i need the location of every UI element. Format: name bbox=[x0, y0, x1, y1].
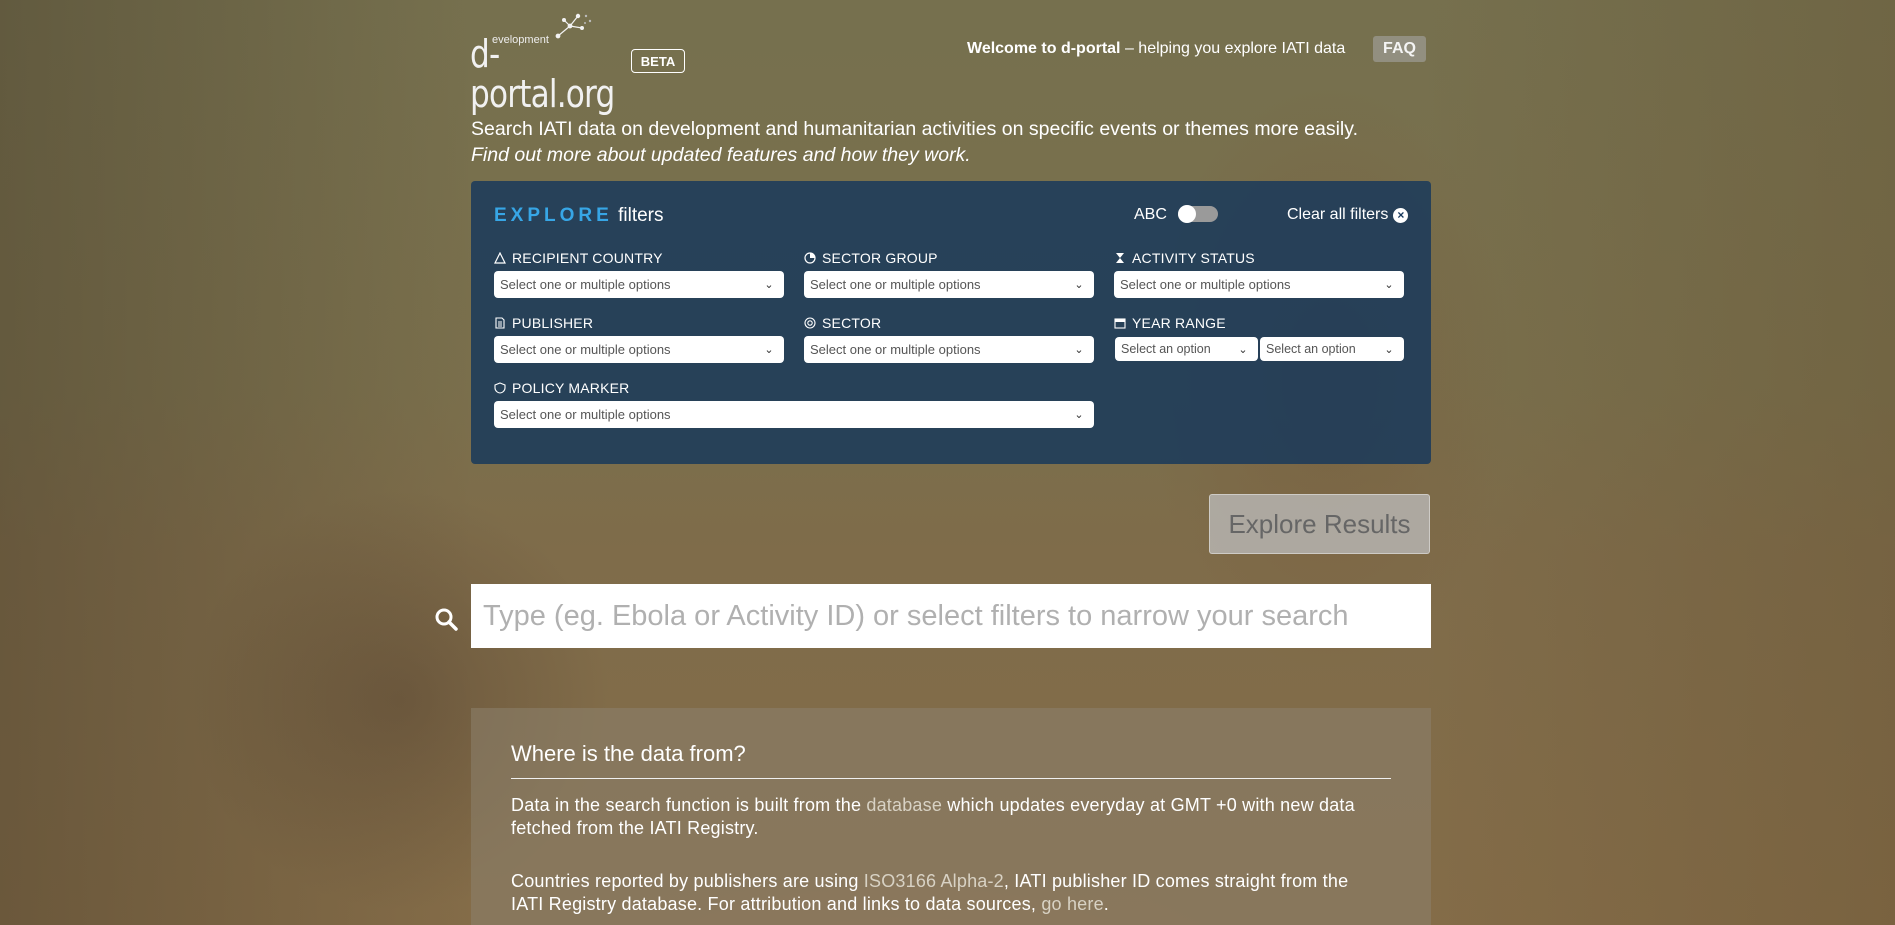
year-to-select[interactable]: Select an option ⌄ bbox=[1260, 337, 1404, 361]
policy-marker-select[interactable]: Select one or multiple options ⌄ bbox=[494, 401, 1094, 428]
explore-title: EXPLORE filters bbox=[494, 205, 664, 227]
info-paragraph: Data in the search function is built fro… bbox=[511, 794, 1371, 840]
info-paragraph: Countries reported by publishers are usi… bbox=[511, 870, 1371, 916]
shield-icon bbox=[494, 382, 506, 394]
hourglass-icon bbox=[1116, 253, 1124, 263]
filter-label-text: YEAR RANGE bbox=[1132, 315, 1226, 331]
document-icon bbox=[495, 317, 505, 329]
divider bbox=[511, 778, 1391, 779]
intro-line: Search IATI data on development and huma… bbox=[471, 118, 1358, 140]
activity-status-select[interactable]: Select one or multiple options ⌄ bbox=[1114, 271, 1404, 298]
filter-label-year-range: YEAR RANGE bbox=[1114, 315, 1226, 331]
welcome-rest: – helping you explore IATI data bbox=[1120, 40, 1346, 57]
chevron-down-icon: ⌄ bbox=[764, 344, 774, 356]
info-text: . bbox=[1103, 894, 1109, 914]
select-placeholder: Select one or multiple options bbox=[500, 277, 671, 292]
data-source-info: Where is the data from? Data in the sear… bbox=[471, 708, 1431, 925]
filter-label-activity-status: ACTIVITY STATUS bbox=[1114, 250, 1255, 266]
chevron-down-icon: ⌄ bbox=[1238, 343, 1248, 356]
info-text: Countries reported by publishers are usi… bbox=[511, 871, 864, 891]
search-input[interactable] bbox=[471, 584, 1431, 648]
filter-label-text: ACTIVITY STATUS bbox=[1132, 250, 1255, 266]
chevron-down-icon: ⌄ bbox=[1384, 343, 1394, 356]
select-placeholder: Select an option bbox=[1266, 342, 1356, 356]
select-placeholder: Select an option bbox=[1121, 342, 1211, 356]
welcome-bold: Welcome to d-portal bbox=[967, 40, 1121, 57]
chevron-down-icon: ⌄ bbox=[1074, 279, 1084, 291]
search-icon[interactable] bbox=[434, 607, 458, 631]
triangle-icon bbox=[494, 252, 506, 264]
abc-label: ABC bbox=[1134, 206, 1167, 223]
filter-label-policy-marker: POLICY MARKER bbox=[494, 380, 630, 396]
publisher-select[interactable]: Select one or multiple options ⌄ bbox=[494, 336, 784, 363]
explore-title-rest: filters bbox=[612, 205, 664, 226]
recipient-country-select[interactable]: Select one or multiple options ⌄ bbox=[494, 271, 784, 298]
filter-label-sector-group: SECTOR GROUP bbox=[804, 250, 938, 266]
clear-filters-label: Clear all filters bbox=[1287, 206, 1389, 223]
abc-toggle[interactable] bbox=[1178, 205, 1218, 223]
target-icon bbox=[804, 317, 816, 329]
explore-word: EXPLORE bbox=[494, 205, 613, 226]
iso3166-link[interactable]: ISO3166 Alpha-2 bbox=[864, 871, 1004, 891]
pie-icon bbox=[804, 252, 816, 264]
select-placeholder: Select one or multiple options bbox=[810, 342, 981, 357]
d-portal-logo[interactable]: evelopment d-portal.org bbox=[470, 12, 628, 114]
filter-label-recipient-country: RECIPIENT COUNTRY bbox=[494, 250, 663, 266]
filter-label-publisher: PUBLISHER bbox=[494, 315, 593, 331]
sector-select[interactable]: Select one or multiple options ⌄ bbox=[804, 336, 1094, 363]
calendar-icon bbox=[1114, 318, 1126, 329]
info-title: Where is the data from? bbox=[511, 741, 746, 766]
filter-label-sector: SECTOR bbox=[804, 315, 881, 331]
year-from-select[interactable]: Select an option ⌄ bbox=[1115, 337, 1258, 361]
select-placeholder: Select one or multiple options bbox=[500, 342, 671, 357]
toggle-knob bbox=[1178, 205, 1196, 223]
select-placeholder: Select one or multiple options bbox=[500, 407, 671, 422]
logo-text: d-portal.org bbox=[470, 32, 615, 116]
chevron-down-icon: ⌄ bbox=[1074, 344, 1084, 356]
select-placeholder: Select one or multiple options bbox=[810, 277, 981, 292]
filter-label-text: RECIPIENT COUNTRY bbox=[512, 250, 663, 266]
filter-label-text: SECTOR bbox=[822, 315, 882, 331]
close-circle-icon: × bbox=[1393, 207, 1409, 223]
intro-features-link[interactable]: Find out more about updated features and… bbox=[471, 142, 1358, 168]
intro-text: Search IATI data on development and huma… bbox=[471, 116, 1358, 168]
chevron-down-icon: ⌄ bbox=[1384, 279, 1394, 291]
explore-filters-panel: EXPLORE filters ABC Clear all filters × … bbox=[471, 181, 1431, 464]
select-placeholder: Select one or multiple options bbox=[1120, 277, 1291, 292]
welcome-text: Welcome to d-portal – helping you explor… bbox=[967, 40, 1345, 58]
filter-label-text: POLICY MARKER bbox=[512, 380, 630, 396]
chevron-down-icon: ⌄ bbox=[1074, 409, 1084, 421]
go-here-link[interactable]: go here bbox=[1041, 894, 1103, 914]
chevron-down-icon: ⌄ bbox=[764, 279, 774, 291]
sector-group-select[interactable]: Select one or multiple options ⌄ bbox=[804, 271, 1094, 298]
info-text: Data in the search function is built fro… bbox=[511, 795, 867, 815]
faq-button[interactable]: FAQ bbox=[1373, 36, 1426, 62]
filter-label-text: SECTOR GROUP bbox=[822, 250, 938, 266]
filter-label-text: PUBLISHER bbox=[512, 315, 594, 331]
clear-all-filters-button[interactable]: Clear all filters × bbox=[1287, 206, 1409, 224]
database-link[interactable]: database bbox=[866, 795, 942, 815]
explore-results-button[interactable]: Explore Results bbox=[1209, 494, 1430, 554]
beta-badge: BETA bbox=[631, 49, 685, 73]
